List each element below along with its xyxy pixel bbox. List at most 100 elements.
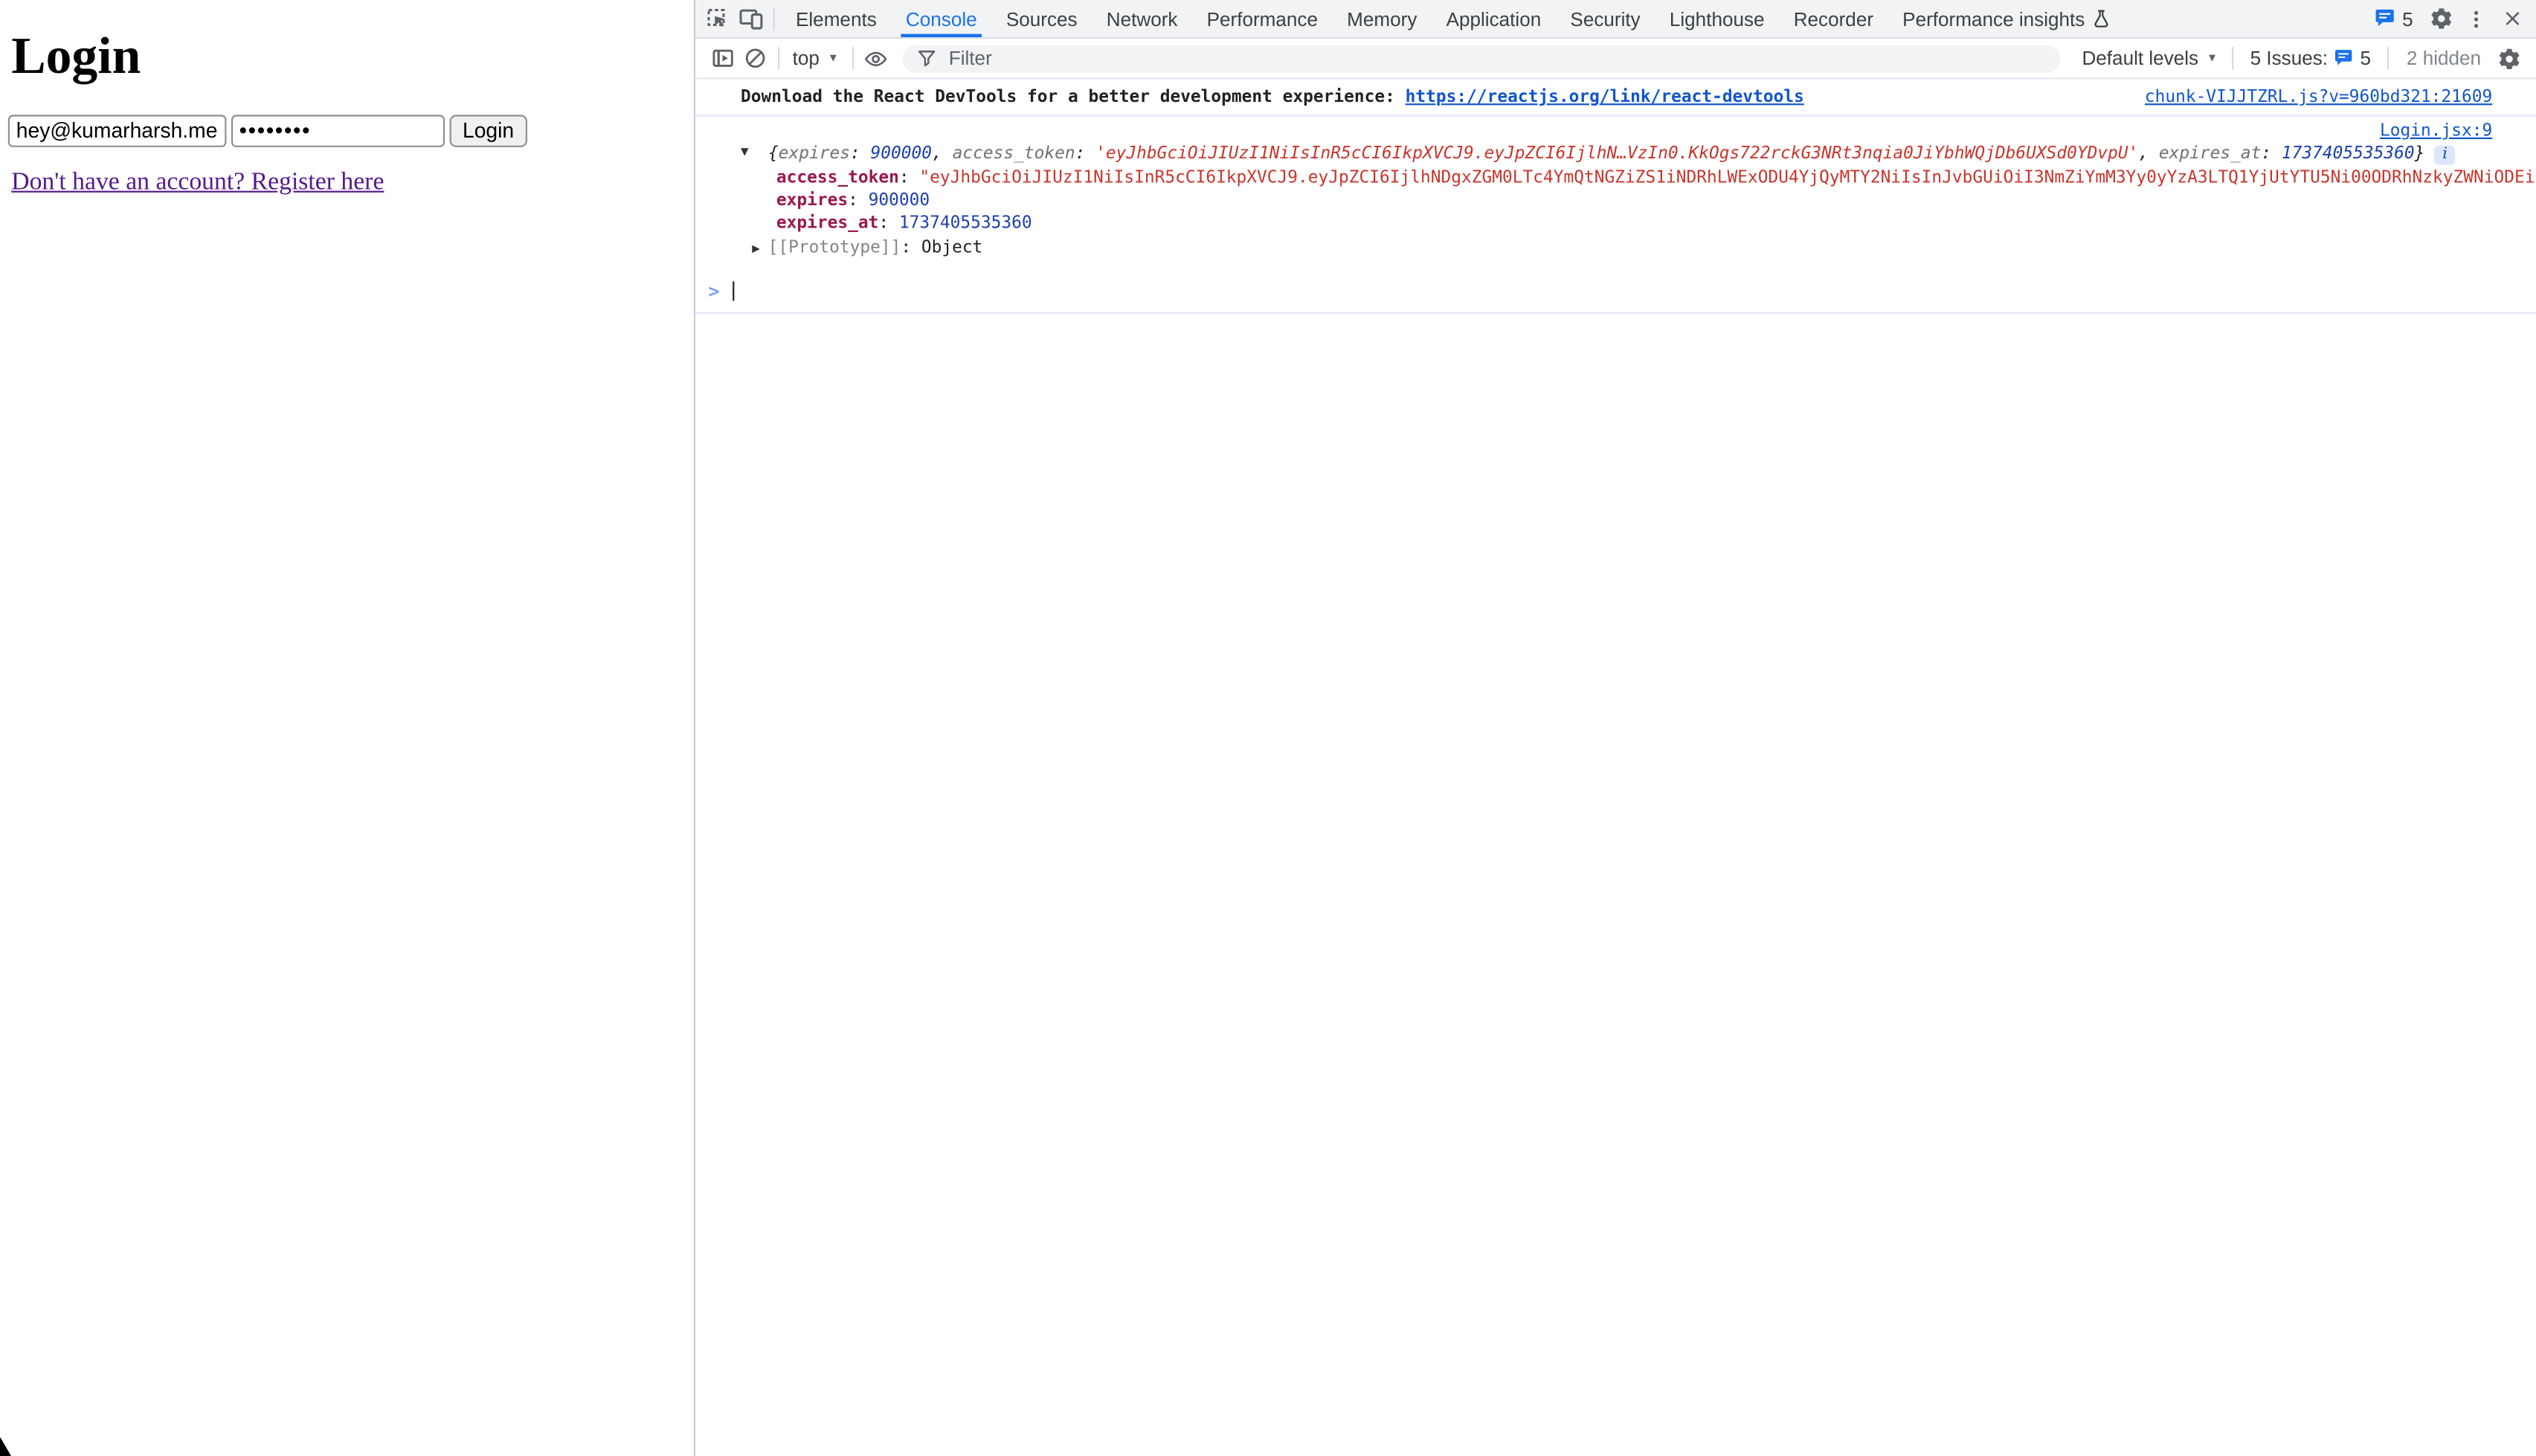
issues-label: 5 Issues: — [2250, 47, 2328, 69]
object-property-row: expires_at: 1737405535360 — [741, 213, 2492, 236]
divider — [2387, 47, 2389, 69]
issues-counter[interactable]: 5 Issues: 5 — [2241, 47, 2381, 69]
tab-label: Network — [1107, 7, 1178, 30]
messages-count: 5 — [2402, 7, 2413, 30]
register-link[interactable]: Don't have an account? Register here — [11, 168, 384, 197]
flask-icon — [2091, 8, 2111, 29]
console-messages-badge[interactable]: 5 — [2366, 7, 2421, 30]
login-page: Login Login Don't have an account? Regis… — [0, 0, 694, 1456]
tabbar-right-controls: 5 — [2366, 2, 2536, 34]
preview-number: 1737405535360 — [2282, 144, 2415, 164]
preview-sep: , — [2138, 144, 2159, 164]
tab-lighthouse[interactable]: Lighthouse — [1655, 0, 1779, 37]
login-button[interactable]: Login — [450, 115, 527, 146]
property-key: expires — [776, 190, 848, 210]
tab-label: Sources — [1006, 7, 1078, 30]
devtools-panel: Elements Console Sources Network Perform… — [694, 0, 2536, 1456]
tab-label: Console — [906, 7, 977, 30]
tab-application[interactable]: Application — [1432, 0, 1556, 37]
browser-window: Login Login Don't have an account? Regis… — [0, 0, 2536, 1456]
preview-number: 900000 — [871, 144, 933, 164]
tab-network[interactable]: Network — [1092, 0, 1192, 37]
email-field[interactable] — [8, 115, 227, 146]
tab-console[interactable]: Console — [891, 0, 991, 37]
property-key: expires_at — [776, 214, 878, 233]
tab-label: Lighthouse — [1670, 7, 1765, 30]
preview-key: expires_at — [2159, 144, 2261, 164]
console-message-login-object: Login.jsx:9 ▼{expires: 900000, access_to… — [695, 117, 2536, 265]
devtools-tabbar: Elements Console Sources Network Perform… — [695, 0, 2536, 39]
tab-label: Recorder — [1794, 7, 1873, 30]
inspect-element-icon[interactable] — [702, 2, 734, 34]
tab-performance[interactable]: Performance — [1192, 0, 1333, 37]
log-levels-selector[interactable]: Default levels ▼ — [2074, 47, 2226, 69]
tab-label: Security — [1570, 7, 1640, 30]
page-title: Login — [11, 28, 141, 83]
message-bubble-icon — [2375, 8, 2395, 29]
tab-performance-insights[interactable]: Performance insights — [1888, 0, 2125, 37]
tab-security[interactable]: Security — [1556, 0, 1655, 37]
property-separator: : — [878, 214, 899, 233]
tab-memory[interactable]: Memory — [1333, 0, 1432, 37]
console-toolbar: top ▼ Default levels ▼ — [695, 39, 2536, 79]
chevron-down-icon: ▼ — [828, 53, 839, 64]
console-sidebar-icon[interactable] — [707, 42, 738, 74]
divider — [2233, 47, 2234, 69]
info-icon[interactable]: i — [2434, 146, 2455, 165]
context-selector[interactable]: top ▼ — [786, 47, 846, 69]
tab-elements[interactable]: Elements — [781, 0, 891, 37]
divider — [773, 7, 775, 30]
preview-brace: { — [768, 144, 779, 164]
console-message-react-devtools: Download the React DevTools for a better… — [695, 80, 2536, 117]
property-value: "eyJhbGciOiJIUzI1NiIsInR5cCI6IkpXVCJ9.ey… — [919, 167, 2536, 187]
console-prompt[interactable]: > — [695, 272, 2536, 315]
text-cursor — [733, 282, 735, 301]
close-devtools-icon[interactable] — [2496, 2, 2528, 34]
filter-field[interactable] — [902, 45, 2061, 72]
password-field[interactable] — [231, 115, 445, 146]
devtools-tabs: Elements Console Sources Network Perform… — [781, 0, 2125, 37]
clear-console-icon[interactable] — [739, 42, 771, 74]
divider — [852, 47, 853, 69]
source-link-login[interactable]: Login.jsx:9 — [2380, 121, 2492, 141]
object-preview: ▼{expires: 900000, access_token: 'eyJhbG… — [768, 144, 2492, 166]
preview-sep: : — [850, 144, 871, 164]
prototype-key: [[Prototype]] — [768, 236, 901, 260]
divider — [778, 47, 779, 69]
source-link-chunk[interactable]: chunk-VIJJTZRL.js?v=960bd321:21609 — [2145, 87, 2492, 108]
tab-recorder[interactable]: Recorder — [1779, 0, 1887, 37]
react-devtools-link[interactable]: https://reactjs.org/link/react-devtools — [1406, 87, 1804, 108]
property-separator: : — [899, 167, 920, 187]
object-property-row: access_token: "eyJhbGciOiJIUzI1NiIsInR5c… — [741, 166, 2492, 189]
tab-label: Memory — [1347, 7, 1417, 30]
device-toolbar-icon[interactable] — [734, 2, 766, 34]
preview-key: expires — [779, 144, 850, 164]
issues-bubble-icon — [2334, 48, 2354, 68]
tab-sources[interactable]: Sources — [991, 0, 1092, 37]
preview-sep: : — [1075, 144, 1096, 164]
source-line: Login.jsx:9 — [741, 121, 2492, 142]
settings-gear-icon[interactable] — [2424, 2, 2456, 34]
tab-label: Performance — [1207, 7, 1318, 30]
message-text: Download the React DevTools for a better… — [741, 87, 1406, 108]
login-form: Login — [8, 115, 527, 146]
preview-key: access_token — [953, 144, 1075, 164]
issues-count: 5 — [2360, 47, 2372, 69]
tab-label: Elements — [796, 7, 877, 30]
property-value: 1737405535360 — [899, 214, 1032, 233]
collapse-arrow-icon[interactable]: ▶ — [752, 237, 759, 261]
filter-funnel-icon — [916, 48, 936, 68]
filter-input[interactable] — [945, 45, 2046, 71]
preview-sep: , — [932, 144, 953, 164]
prompt-chevron-icon: > — [709, 282, 720, 301]
live-expression-eye-icon[interactable] — [860, 42, 892, 74]
expand-arrow-icon[interactable]: ▼ — [741, 146, 749, 158]
property-separator: : — [901, 236, 921, 260]
console-settings-gear-icon[interactable] — [2492, 42, 2524, 74]
object-property-row: expires: 900000 — [741, 189, 2492, 212]
console-output: Download the React DevTools for a better… — [695, 80, 2536, 1456]
chevron-down-icon: ▼ — [2207, 53, 2218, 64]
property-value: 900000 — [869, 190, 930, 210]
hidden-messages-label: 2 hidden — [2395, 47, 2493, 69]
more-options-icon[interactable] — [2460, 2, 2492, 34]
